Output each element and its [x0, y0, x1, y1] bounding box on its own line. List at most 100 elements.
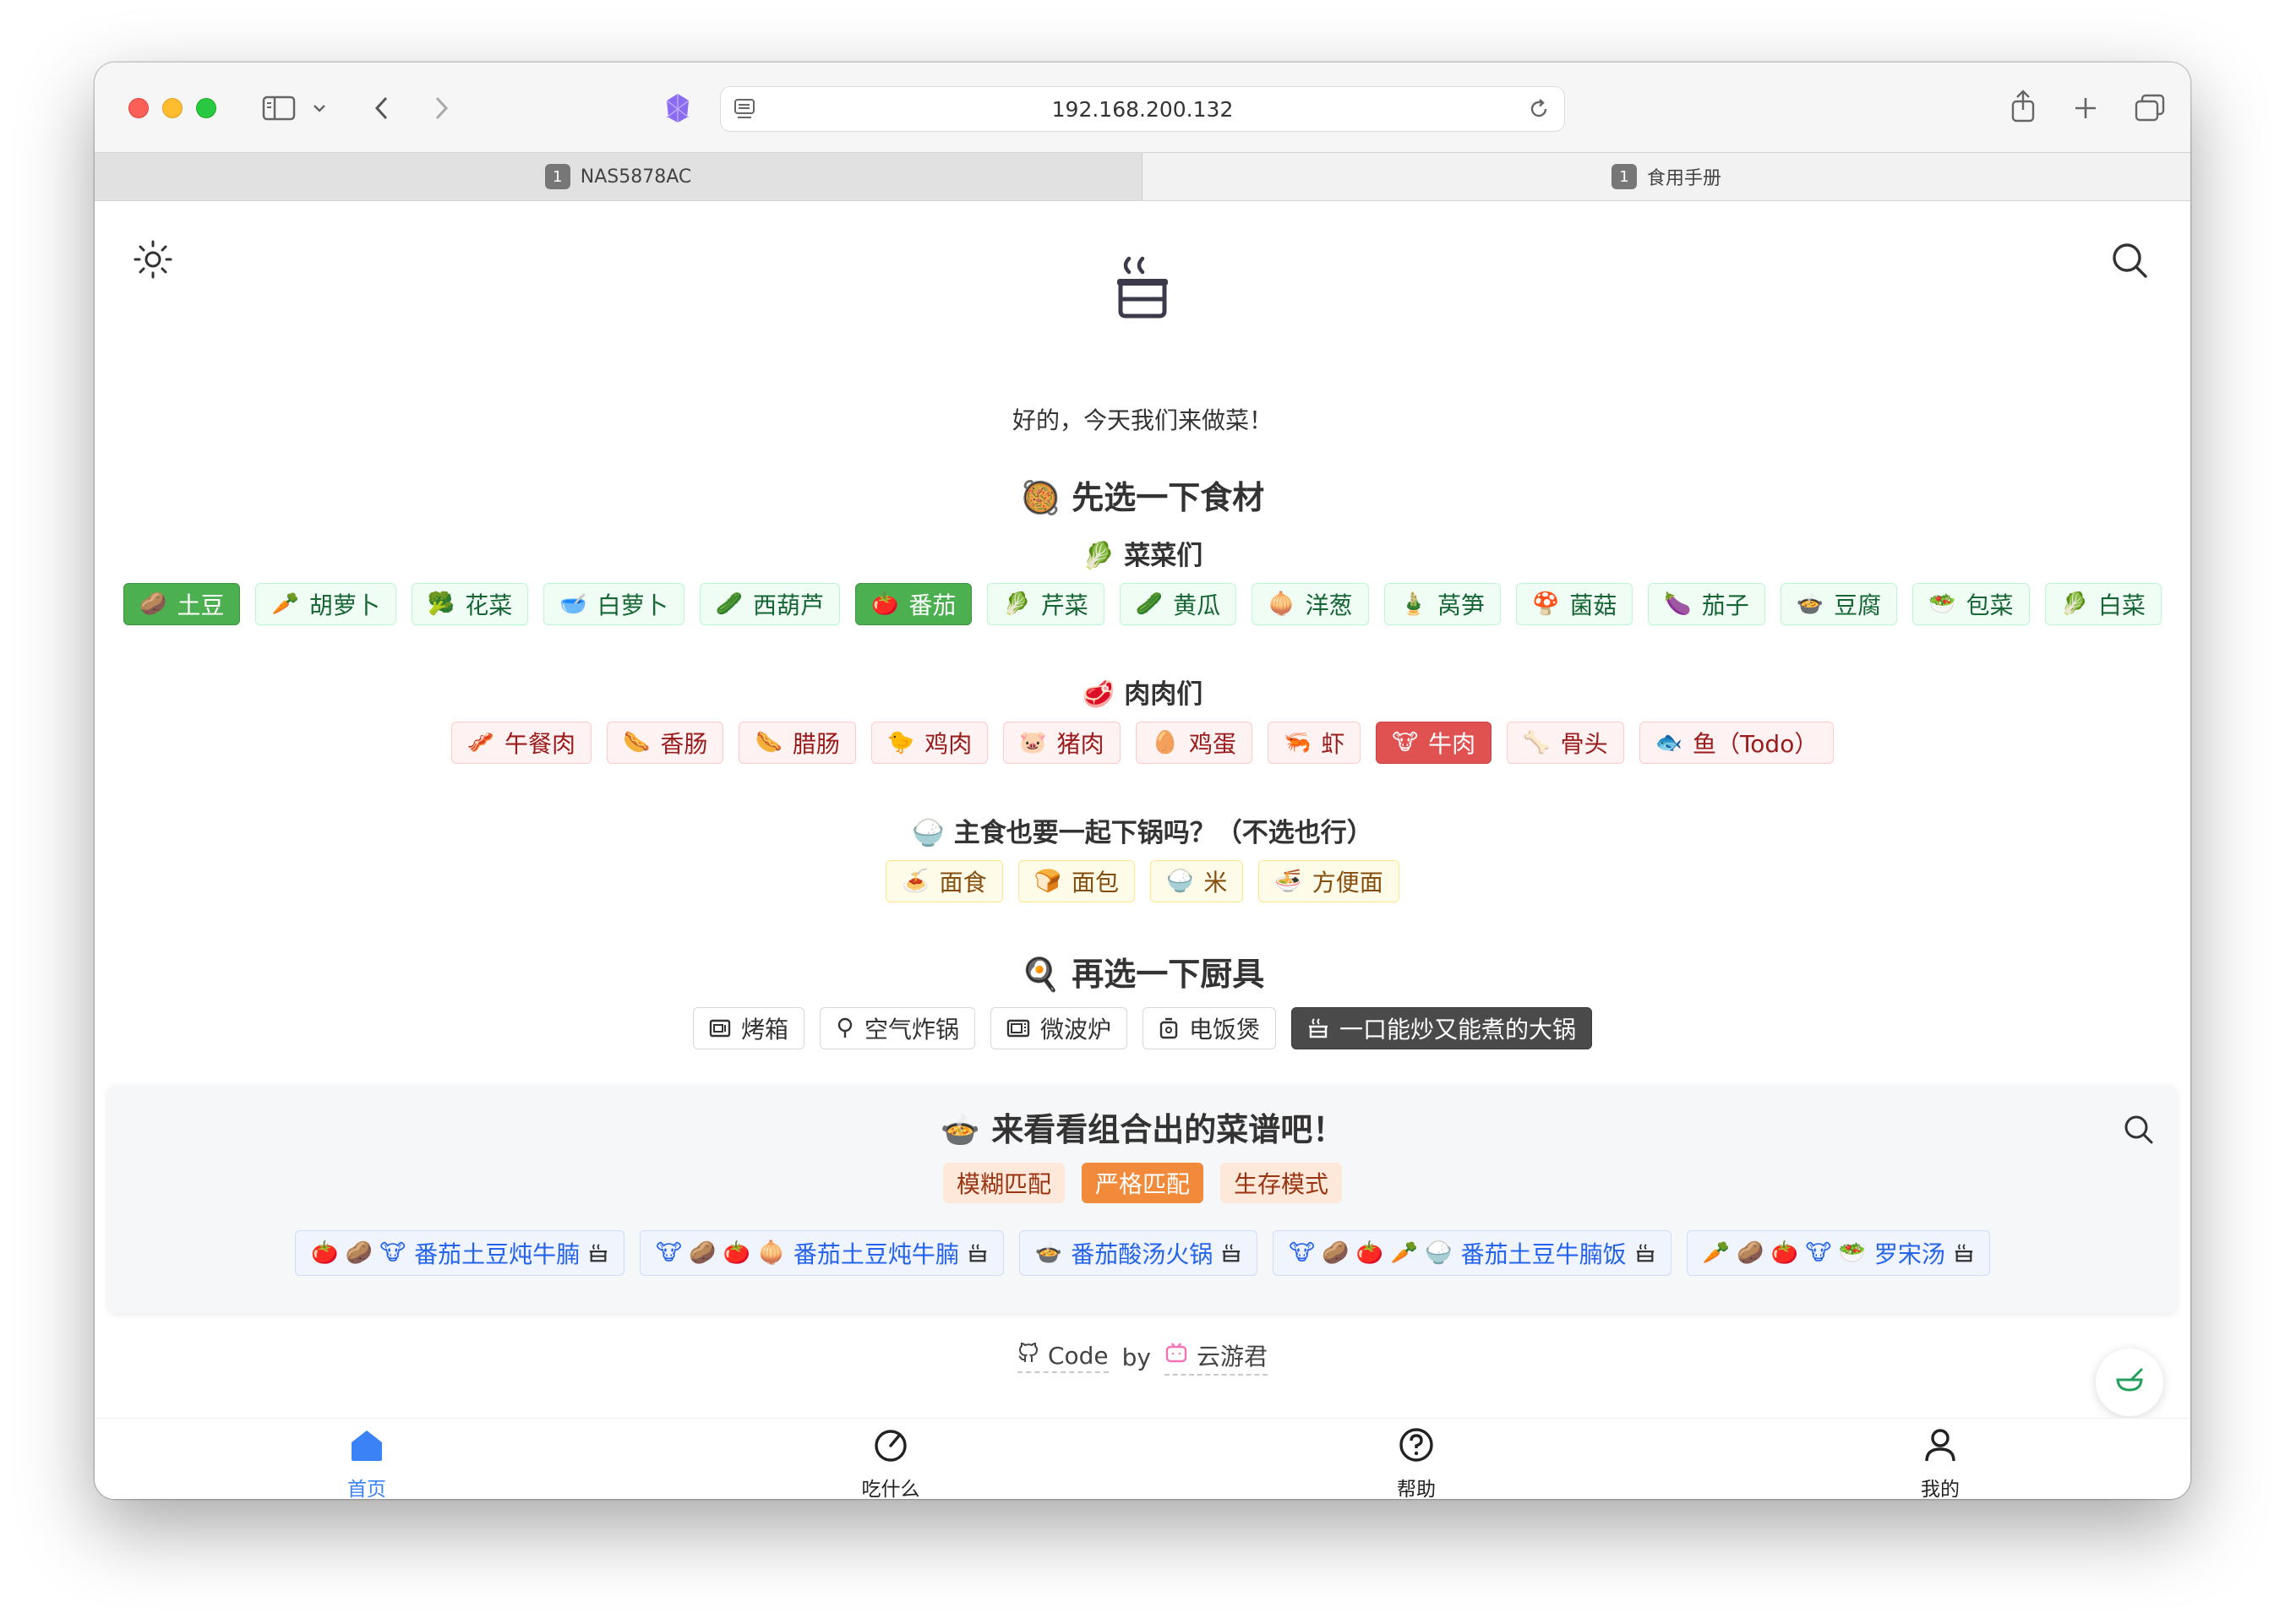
meat-chip[interactable]: 🌭 腊肠: [739, 722, 856, 764]
zoom-window-button[interactable]: [196, 98, 216, 118]
recipe-search-icon[interactable]: [2123, 1114, 2155, 1149]
recipe-item[interactable]: 🐮 🥔 🍅 🥕 🍚 番茄土豆牛腩饭: [1273, 1230, 1671, 1276]
tab-cookbook[interactable]: 1 食用手册: [1142, 153, 2190, 200]
tab-overview-icon[interactable]: [2131, 90, 2168, 127]
dice-icon: [872, 1427, 909, 1468]
recipe-item[interactable]: 🍲 番茄酸汤火锅: [1018, 1230, 1258, 1276]
meat-emoji: 🐮: [1392, 730, 1419, 755]
meat-chip[interactable]: 🦐 虾: [1268, 722, 1361, 764]
reload-icon[interactable]: [1527, 97, 1551, 124]
tool-chip[interactable]: 烤箱: [692, 1007, 804, 1049]
floating-action-button[interactable]: [2096, 1349, 2163, 1416]
tool-chip[interactable]: 空气炸锅: [819, 1007, 975, 1049]
ingredients-title: 🥘 先选一下食材: [95, 471, 2190, 518]
staple-label: 方便面: [1312, 869, 1383, 896]
veg-chip[interactable]: 🥣 白萝卜: [543, 583, 684, 625]
recipe-item[interactable]: 🍅 🥔 🐮 番茄土豆炖牛腩: [295, 1230, 625, 1276]
page-settings-icon[interactable]: [733, 97, 756, 124]
new-tab-icon[interactable]: [2069, 91, 2102, 125]
meat-label: 鸡蛋: [1188, 730, 1236, 758]
veg-chip[interactable]: 🥦 花菜: [411, 583, 529, 625]
veg-emoji: 🥗: [1928, 591, 1956, 617]
veg-chip[interactable]: 🥕 胡萝卜: [255, 583, 396, 625]
nav-home[interactable]: 首页: [282, 1427, 451, 1499]
veg-emoji: 🍲: [1796, 591, 1824, 617]
tab-nas[interactable]: 1 NAS5878AC: [95, 153, 1142, 200]
mode-strict-button[interactable]: 严格匹配: [1081, 1163, 1203, 1203]
forward-icon[interactable]: [424, 90, 458, 127]
back-icon[interactable]: [365, 90, 399, 127]
staple-chip[interactable]: 🍝 面食: [886, 860, 1003, 902]
search-icon[interactable]: [2109, 240, 2150, 284]
veg-chip[interactable]: 🥒 黄瓜: [1119, 583, 1237, 625]
meat-label: 鸡肉: [924, 730, 973, 758]
meat-label: 牛肉: [1428, 730, 1476, 758]
close-window-button[interactable]: [128, 98, 149, 118]
staple-chip[interactable]: 🍚 米: [1150, 860, 1244, 902]
tab-badge: 1: [544, 164, 570, 189]
browser-toolbar: 192.168.200.132: [95, 63, 2190, 152]
share-icon[interactable]: [2006, 86, 2040, 127]
sidebar-icon[interactable]: [260, 91, 297, 125]
nav-label: 我的: [1921, 1479, 1960, 1499]
meat-label: 猪肉: [1056, 730, 1104, 758]
mode-survive-button[interactable]: 生存模式: [1220, 1163, 1343, 1203]
veg-label: 豆腐: [1834, 591, 1882, 619]
recipe-item[interactable]: 🐮 🥔 🍅 🧅 番茄土豆炖牛腩: [640, 1230, 1004, 1276]
theme-toggle-icon[interactable]: [132, 238, 174, 284]
tool-chip[interactable]: 电饭煲: [1142, 1007, 1277, 1049]
browser-window: 192.168.200.132 1 NAS5878AC × 1 食用手册: [95, 63, 2190, 1499]
veg-chip[interactable]: 🥒 西葫芦: [699, 583, 841, 625]
bowl-icon: [2113, 1366, 2146, 1398]
pot-icon: [1307, 1017, 1329, 1039]
veg-chip[interactable]: 🍲 豆腐: [1780, 583, 1898, 625]
minimize-window-button[interactable]: [162, 98, 183, 118]
veg-chip[interactable]: 🧅 洋葱: [1252, 583, 1369, 625]
veg-emoji: 🍅: [871, 591, 899, 617]
nav-eat-what[interactable]: 吃什么: [806, 1427, 975, 1499]
veg-chip[interactable]: 🎍 莴笋: [1383, 583, 1501, 625]
meat-chip[interactable]: 🦴 骨头: [1507, 722, 1624, 764]
meat-label: 香肠: [660, 730, 708, 758]
nav-mine[interactable]: 我的: [1856, 1427, 2025, 1499]
home-icon: [348, 1427, 385, 1468]
author-link[interactable]: 云游君: [1164, 1338, 1268, 1376]
veg-chip[interactable]: 🥬 芹菜: [987, 583, 1104, 625]
veg-chip[interactable]: 🥗 包菜: [1912, 583, 2030, 625]
recipe-emojis: 🐮 🥔 🍅 🥕 🍚: [1289, 1240, 1453, 1266]
veg-chip[interactable]: 🥔 土豆: [123, 583, 241, 625]
veg-chip[interactable]: 🍄 菌菇: [1515, 583, 1633, 625]
veg-chip[interactable]: 🍆 茄子: [1648, 583, 1765, 625]
meat-chip[interactable]: 🥓 午餐肉: [450, 722, 592, 764]
tool-chip[interactable]: 一口能炒又能煮的大锅: [1291, 1007, 1593, 1049]
meat-chip[interactable]: 🥚 鸡蛋: [1135, 722, 1252, 764]
pot-icon: [1221, 1243, 1241, 1263]
meat-chip[interactable]: 🐷 猪肉: [1003, 722, 1121, 764]
staple-emoji: 🍜: [1274, 869, 1302, 894]
recipe-item[interactable]: 🥕 🥔 🍅 🐮 🥗 罗宋汤: [1686, 1230, 1990, 1276]
extension-icon[interactable]: [661, 91, 695, 125]
nav-label: 帮助: [1397, 1479, 1436, 1499]
meat-section-title: 🥩 肉肉们: [95, 673, 2190, 711]
staple-chip[interactable]: 🍜 方便面: [1258, 860, 1399, 902]
address-bar[interactable]: 192.168.200.132: [720, 86, 1565, 132]
mode-fuzzy-button[interactable]: 模糊匹配: [942, 1163, 1065, 1203]
meat-chip[interactable]: 🐮 牛肉: [1376, 722, 1492, 764]
veg-chip[interactable]: 🍅 番茄: [855, 583, 973, 625]
pot-logo-icon: [1112, 255, 1173, 323]
staple-emoji: 🍞: [1033, 869, 1061, 894]
staple-chip[interactable]: 🍞 面包: [1017, 860, 1135, 902]
url-text: 192.168.200.132: [1051, 96, 1234, 122]
veg-label: 白萝卜: [597, 591, 668, 619]
meat-chip[interactable]: 🐤 鸡肉: [870, 722, 989, 764]
code-link[interactable]: Code: [1017, 1342, 1109, 1373]
veg-chip[interactable]: 🥬 白菜: [2044, 583, 2162, 625]
meat-list: 🥓 午餐肉 🌭 香肠 🌭 腊肠 🐤 鸡肉 🐷 猪肉 🥚 鸡蛋 🦐 虾 🐮 牛肉 🦴 骨头 🐟 鱼（Todo）: [95, 722, 2190, 764]
chevron-down-icon[interactable]: [309, 96, 330, 120]
tool-chip[interactable]: 微波炉: [990, 1007, 1127, 1049]
veg-emoji: 🥒: [1135, 591, 1164, 617]
meat-chip[interactable]: 🐟 鱼（Todo）: [1639, 722, 1835, 764]
nav-help[interactable]: 帮助: [1332, 1427, 1501, 1499]
results-title: 🍲 来看看组合出的菜谱吧！: [108, 1104, 2177, 1150]
meat-chip[interactable]: 🌭 香肠: [607, 722, 724, 764]
